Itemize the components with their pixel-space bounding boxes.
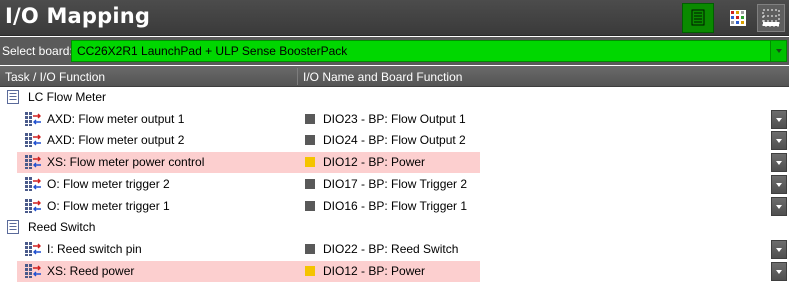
title-bar: I/O Mapping	[0, 0, 789, 36]
pin-status-icon	[305, 265, 315, 276]
io-mapping-row[interactable]: XS: Reed power DIO12 - BP: Power	[0, 260, 789, 282]
io-mapping-row[interactable]: I: Reed switch pin DIO22 - BP: Reed Switc…	[0, 239, 789, 260]
pin-status-icon	[305, 113, 315, 124]
io-function-label: I: Reed switch pin	[47, 241, 142, 256]
io-mapping-row[interactable]: O: Flow meter trigger 1 DIO16 - BP: Flow …	[0, 196, 789, 217]
io-pin-label: DIO12 - BP: Power	[323, 155, 426, 170]
color-grid-icon	[730, 10, 746, 26]
color-grid-button[interactable]	[724, 4, 752, 32]
group-label: LC Flow Meter	[28, 90, 107, 104]
io-mapping-row[interactable]: XS: Flow meter power control DIO12 - BP: …	[0, 152, 789, 174]
list-view-button[interactable]	[682, 3, 714, 33]
pin-status-icon	[305, 135, 315, 146]
io-pin-label: DIO23 - BP: Flow Output 1	[323, 111, 466, 126]
io-function-icon	[24, 132, 42, 148]
io-function-label: XS: Reed power	[47, 263, 135, 278]
column-divider[interactable]	[297, 68, 298, 85]
board-selector-row: Select board: CC26X2R1 LaunchPad + ULP S…	[0, 37, 789, 65]
io-mapping-row[interactable]: AXD: Flow meter output 2 DIO24 - BP: Flow…	[0, 130, 789, 151]
board-select-dropdown[interactable]: CC26X2R1 LaunchPad + ULP Sense BoosterPa…	[71, 40, 787, 62]
pin-select-dropdown-button[interactable]	[771, 196, 787, 216]
board-select-value: CC26X2R1 LaunchPad + ULP Sense BoosterPa…	[77, 44, 348, 58]
io-function-icon	[24, 198, 42, 214]
pin-status-icon	[305, 243, 315, 254]
dotted-grid-button[interactable]	[757, 4, 785, 32]
io-function-label: XS: Flow meter power control	[47, 155, 205, 170]
column-header-io-name[interactable]: I/O Name and Board Function	[303, 70, 462, 84]
task-group-icon	[7, 220, 19, 235]
pin-select-dropdown-button[interactable]	[771, 239, 787, 259]
io-function-label: O: Flow meter trigger 2	[47, 176, 170, 191]
pin-select-dropdown-button[interactable]	[771, 174, 787, 194]
dotted-grid-icon	[762, 9, 780, 27]
pin-status-icon	[305, 178, 315, 189]
pin-select-dropdown-button[interactable]	[771, 261, 787, 281]
io-function-icon	[24, 263, 42, 279]
io-pin-label: DIO12 - BP: Power	[323, 263, 426, 278]
io-function-label: AXD: Flow meter output 1	[47, 111, 185, 126]
pin-status-icon	[305, 157, 315, 168]
io-function-icon	[24, 111, 42, 127]
io-mapping-tree: LC Flow Meter AXD: Flow meter output 1 DIO…	[0, 87, 789, 295]
chevron-down-icon[interactable]	[770, 41, 786, 61]
io-function-icon	[24, 154, 42, 170]
task-group-icon	[7, 90, 19, 104]
io-mapping-row[interactable]: AXD: Flow meter output 1 DIO23 - BP: Flow…	[0, 109, 789, 130]
column-header-task[interactable]: Task / I/O Function	[5, 70, 105, 84]
board-select-label: Select board:	[2, 44, 73, 58]
list-view-icon	[691, 9, 705, 26]
io-pin-label: DIO24 - BP: Flow Output 2	[323, 133, 466, 148]
io-pin-label: DIO16 - BP: Flow Trigger 1	[323, 198, 468, 213]
pin-select-dropdown-button[interactable]	[771, 153, 787, 173]
io-function-icon	[24, 241, 42, 257]
io-mapping-row[interactable]: O: Flow meter trigger 2 DIO17 - BP: Flow …	[0, 174, 789, 195]
pin-status-icon	[305, 200, 315, 211]
pin-select-dropdown-button[interactable]	[771, 131, 787, 151]
group-row[interactable]: LC Flow Meter	[0, 87, 789, 108]
io-pin-label: DIO17 - BP: Flow Trigger 2	[323, 176, 468, 191]
group-label: Reed Switch	[28, 220, 96, 235]
io-pin-label: DIO22 - BP: Reed Switch	[323, 241, 459, 256]
table-header: Task / I/O Function I/O Name and Board F…	[0, 66, 789, 87]
group-row[interactable]: Reed Switch	[0, 217, 789, 238]
io-function-label: O: Flow meter trigger 1	[47, 198, 170, 213]
pin-select-dropdown-button[interactable]	[771, 109, 787, 129]
io-function-label: AXD: Flow meter output 2	[47, 133, 185, 148]
io-function-icon	[24, 176, 42, 192]
window-title: I/O Mapping	[5, 4, 151, 28]
